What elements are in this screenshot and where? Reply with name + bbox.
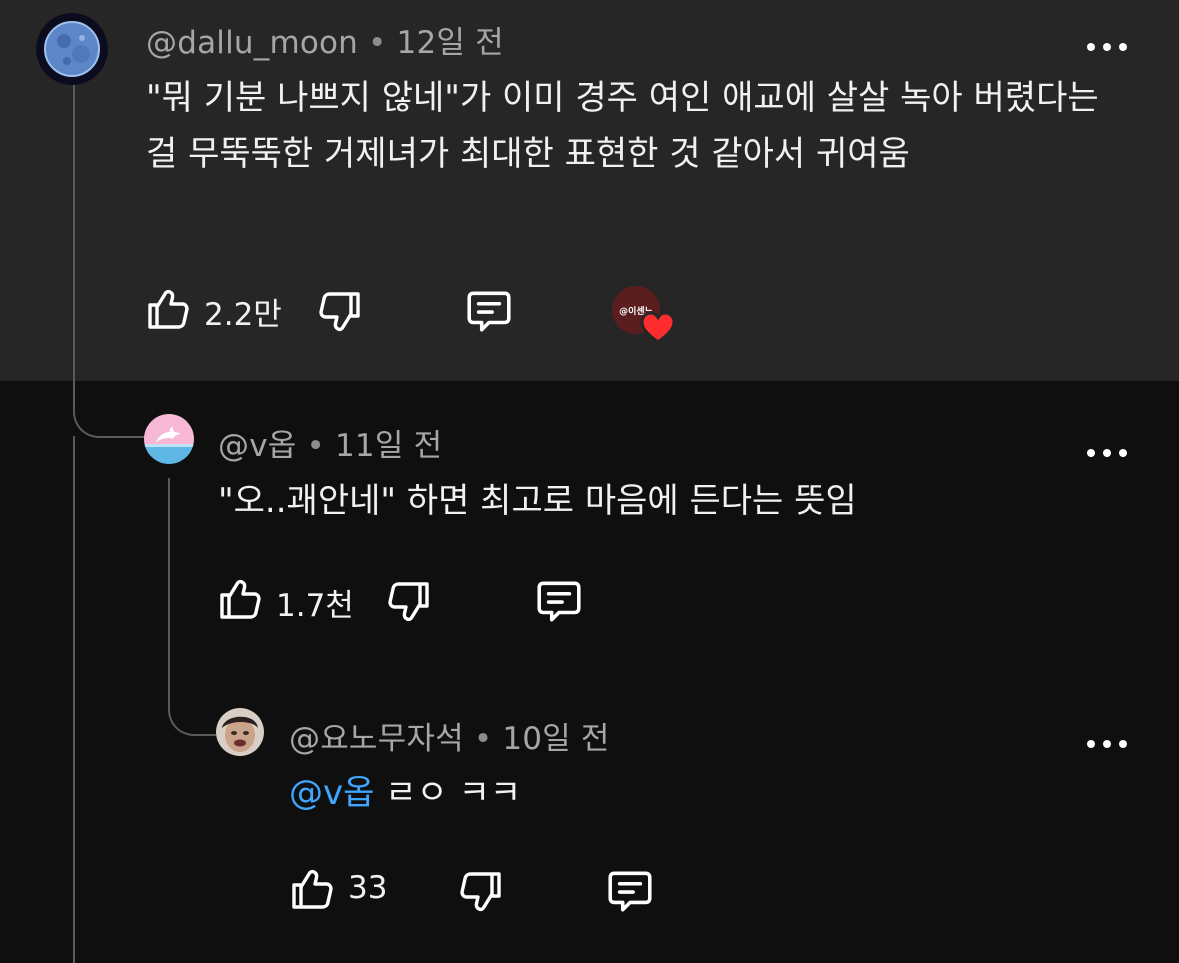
- reply-icon[interactable]: [463, 286, 515, 336]
- comment-text: "오..괘안네" 하면 최고로 마음에 든다는 뜻임: [218, 481, 857, 521]
- more-options-icon[interactable]: [1087, 734, 1127, 754]
- comment-header: @요노무자석 • 10일 전: [289, 713, 610, 758]
- thumbs-down-icon[interactable]: [385, 578, 433, 626]
- more-options-icon[interactable]: [1087, 37, 1127, 57]
- thread-line-main: [73, 84, 75, 414]
- thumbs-down-icon[interactable]: [316, 288, 364, 336]
- like-count: 33: [348, 870, 388, 906]
- comment-header: @v옵 • 11일 전: [218, 420, 442, 465]
- author-name[interactable]: @요노무자석: [289, 721, 464, 757]
- reply-icon[interactable]: [533, 576, 585, 626]
- thread-curve-reply-2: [168, 702, 216, 736]
- heart-icon: [640, 311, 676, 344]
- comment-time: 10일 전: [502, 721, 610, 757]
- more-options-icon[interactable]: [1087, 443, 1127, 463]
- mention-link[interactable]: @v옵: [289, 773, 374, 813]
- thread-line-main-lower: [73, 436, 75, 963]
- like-count: 2.2만: [204, 297, 282, 333]
- comment-time: 11일 전: [334, 428, 443, 464]
- separator-dot: •: [306, 428, 325, 464]
- thread-line-reply: [168, 478, 170, 708]
- thumbs-up-icon[interactable]: [288, 865, 336, 913]
- comment-header: @dallu_moon • 12일 전: [146, 17, 504, 62]
- author-name[interactable]: @v옵: [218, 428, 296, 464]
- comment-time: 12일 전: [396, 25, 504, 61]
- reply-icon[interactable]: [604, 866, 656, 916]
- like-count: 1.7천: [276, 588, 354, 624]
- comment-text: @v옵 ㄹㅇ ㅋㅋ: [289, 765, 1069, 821]
- moon-avatar[interactable]: [36, 13, 108, 85]
- author-name[interactable]: @dallu_moon: [146, 25, 358, 61]
- thumbs-up-icon[interactable]: [216, 575, 264, 623]
- face-avatar[interactable]: [216, 708, 264, 756]
- separator-dot: •: [368, 25, 387, 61]
- separator-dot: •: [473, 721, 493, 757]
- dolphin-avatar[interactable]: [144, 414, 194, 464]
- thumbs-up-icon[interactable]: [144, 285, 192, 333]
- reply-text: ㄹㅇ ㅋㅋ: [385, 773, 522, 813]
- comment-thread: @dallu_moon • 12일 전 "뭐 기분 나쁘지 않네"가 이미 경주 여…: [0, 0, 1179, 963]
- thumbs-down-icon[interactable]: [457, 868, 505, 916]
- thread-curve-reply-1: [73, 400, 147, 438]
- comment-text: "뭐 기분 나쁘지 않네"가 이미 경주 여인 애교에 살살 녹아 버렸다는 걸…: [146, 78, 1099, 174]
